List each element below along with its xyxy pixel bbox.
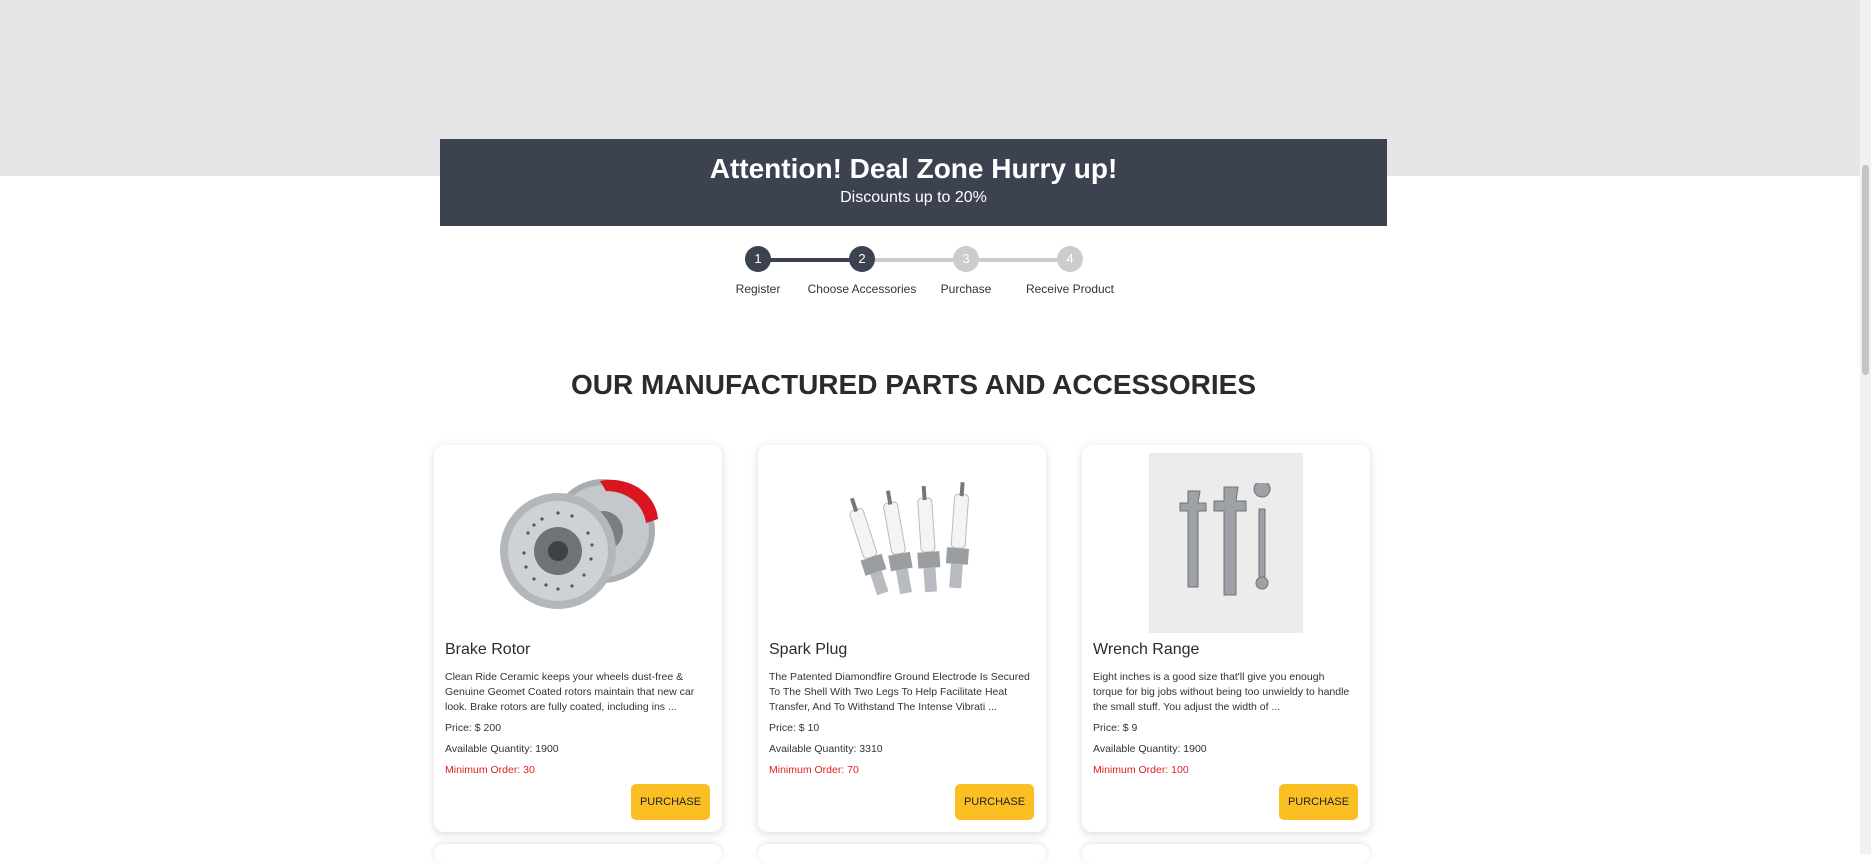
product-card-spark-plug: Spark Plug The Patented Diamondfire Grou… <box>758 445 1046 832</box>
product-name: Wrench Range <box>1093 641 1200 658</box>
product-price: Price: $ 9 <box>1093 722 1138 734</box>
step-circle: 3 <box>953 246 979 272</box>
step-circle: 2 <box>849 246 875 272</box>
product-price: Price: $ 10 <box>769 722 820 734</box>
product-min-order: Minimum Order: 30 <box>445 764 535 776</box>
brake-rotor-image <box>434 453 722 633</box>
product-card-next-row <box>758 844 1046 864</box>
product-card-next-row <box>434 844 722 864</box>
product-card-next-row <box>1082 844 1370 864</box>
product-name: Spark Plug <box>769 641 848 658</box>
step-receive-product: 4 Receive Product <box>1010 246 1130 296</box>
page-scrollbar[interactable] <box>1860 0 1871 854</box>
product-description: Clean Ride Ceramic keeps your wheels dus… <box>445 671 695 713</box>
product-description: The Patented Diamondfire Ground Electrod… <box>769 671 1030 713</box>
progress-stepper: 1 Register 2 Choose Accessories 3 Purcha… <box>720 246 1140 306</box>
section-title: OUR MANUFACTURED PARTS AND ACCESSORIES <box>571 369 1256 400</box>
product-min-order: Minimum Order: 70 <box>769 764 859 776</box>
product-name: Brake Rotor <box>445 641 531 658</box>
deal-banner-title: Attention! Deal Zone Hurry up! <box>709 153 1118 184</box>
purchase-button[interactable]: PURCHASE <box>631 784 710 820</box>
product-min-order: Minimum Order: 100 <box>1093 764 1189 776</box>
deal-banner-subtitle: Discounts up to 20% <box>840 189 987 206</box>
product-description: Eight inches is a good size that'll give… <box>1093 671 1350 713</box>
step-circle: 4 <box>1057 246 1083 272</box>
product-quantity: Available Quantity: 3310 <box>769 743 883 755</box>
wrench-image <box>1082 453 1370 633</box>
product-card-brake-rotor: Brake Rotor Clean Ride Ceramic keeps you… <box>434 445 722 832</box>
spark-plug-image <box>758 453 1046 633</box>
step-label: Register <box>735 282 781 296</box>
step-register: 1 Register <box>698 246 818 296</box>
scrollbar-thumb[interactable] <box>1862 165 1869 375</box>
product-card-wrench-range: Wrench Range Eight inches is a good size… <box>1082 445 1370 832</box>
step-label: Purchase <box>940 282 992 296</box>
step-circle: 1 <box>745 246 771 272</box>
product-quantity: Available Quantity: 1900 <box>1093 743 1207 755</box>
product-price: Price: $ 200 <box>445 722 502 734</box>
step-choose-accessories: 2 Choose Accessories <box>802 246 922 296</box>
purchase-button[interactable]: PURCHASE <box>955 784 1034 820</box>
step-label: Choose Accessories <box>807 282 917 296</box>
step-label: Receive Product <box>1025 282 1115 296</box>
product-quantity: Available Quantity: 1900 <box>445 743 559 755</box>
step-purchase: 3 Purchase <box>906 246 1026 296</box>
purchase-button[interactable]: PURCHASE <box>1279 784 1358 820</box>
deal-banner: Attention! Deal Zone Hurry up! Discounts… <box>440 139 1387 226</box>
